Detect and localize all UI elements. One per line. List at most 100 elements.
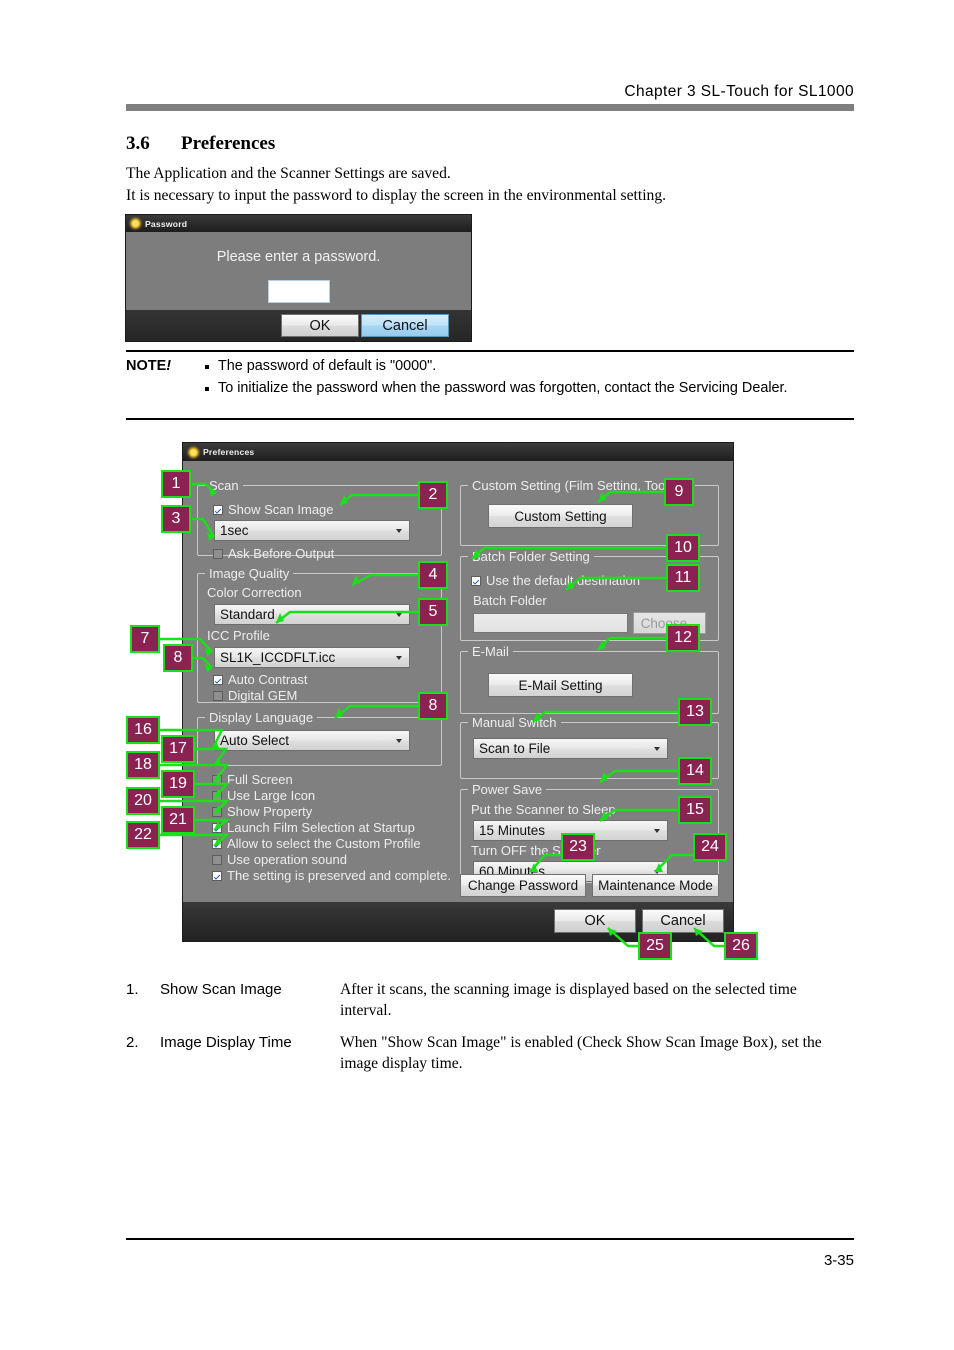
checkbox-use-operation-sound[interactable]: Use operation sound xyxy=(212,852,347,867)
custom-setting-button[interactable]: Custom Setting xyxy=(488,504,633,528)
checkbox-label: Launch Film Selection at Startup xyxy=(227,820,415,835)
checkbox-label: Auto Contrast xyxy=(228,672,308,687)
callout-9: 9 xyxy=(664,478,694,506)
change-password-button[interactable]: Change Password xyxy=(460,874,586,897)
description-term: Show Scan Image xyxy=(160,981,282,998)
checkbox-label: Use Large Icon xyxy=(227,788,316,803)
checkbox-label: Digital GEM xyxy=(228,688,298,703)
password-ok-button[interactable]: OK xyxy=(281,314,359,337)
callout-11: 11 xyxy=(666,564,700,592)
sun-icon xyxy=(189,447,198,457)
callout-15: 15 xyxy=(678,796,712,824)
password-input[interactable] xyxy=(268,280,330,303)
combo-icc-profile[interactable]: SL1K_ICCDFLT.icc xyxy=(214,647,410,668)
label-icc-profile: ICC Profile xyxy=(207,628,270,643)
chevron-down-icon xyxy=(654,746,660,751)
section-number: 3.6 xyxy=(126,133,150,154)
description-text: After it scans, the scanning image is di… xyxy=(340,981,797,1019)
callout-22: 22 xyxy=(126,821,160,849)
email-setting-button[interactable]: E-Mail Setting xyxy=(488,673,633,697)
checkbox-label: The setting is preserved and complete. xyxy=(227,868,452,883)
checkbox-box xyxy=(471,575,481,586)
preferences-body: Scan Show Scan Image 1sec Ask Before Out… xyxy=(183,461,733,902)
password-dialog-footer: OK Cancel xyxy=(126,310,471,341)
intro-line-1: The Application and the Scanner Settings… xyxy=(126,165,451,182)
callout-17: 17 xyxy=(161,735,195,763)
combo-value: Standard xyxy=(220,607,275,622)
password-cancel-button[interactable]: Cancel xyxy=(361,314,449,337)
checkbox-use-default-destination[interactable]: Use the default destination xyxy=(471,573,640,588)
callout-25: 25 xyxy=(638,932,672,960)
checkbox-full-screen[interactable]: Full Screen xyxy=(212,772,293,787)
note-bottom-rule xyxy=(126,418,854,420)
chevron-down-icon xyxy=(396,738,402,743)
callout-26: 26 xyxy=(724,932,758,960)
checkbox-use-large-icon[interactable]: Use Large Icon xyxy=(212,788,315,803)
checkbox-allow-custom-profile[interactable]: Allow to select the Custom Profile xyxy=(212,836,421,851)
group-email-legend: E-Mail xyxy=(468,644,513,659)
maintenance-mode-button[interactable]: Maintenance Mode xyxy=(592,874,719,897)
checkbox-label: Use the default destination xyxy=(486,573,640,588)
combo-color-correction[interactable]: Standard xyxy=(214,604,410,625)
checkbox-auto-contrast[interactable]: Auto Contrast xyxy=(213,672,308,687)
combo-manual-switch[interactable]: Scan to File xyxy=(473,738,668,759)
checkbox-show-scan-image[interactable]: Show Scan Image xyxy=(213,502,334,517)
combo-value: Scan to File xyxy=(479,741,551,756)
combo-value: SL1K_ICCDFLT.icc xyxy=(220,650,336,665)
checkbox-box xyxy=(212,790,222,801)
note-top-rule xyxy=(126,350,854,352)
checkbox-box xyxy=(213,674,223,685)
combo-image-display-time[interactable]: 1sec xyxy=(214,520,410,541)
description-number: 1. xyxy=(126,981,139,998)
checkbox-box xyxy=(212,838,222,849)
note-item: To initialize the password when the pass… xyxy=(200,379,850,398)
checkbox-box xyxy=(213,690,223,701)
group-power-save-legend: Power Save xyxy=(468,782,547,797)
group-batch-folder-legend: Batch Folder Setting xyxy=(468,549,594,564)
checkbox-box xyxy=(213,548,223,559)
combo-value: 15 Minutes xyxy=(479,823,546,838)
checkbox-label: Ask Before Output xyxy=(228,546,335,561)
label-sleep: Put the Scanner to Sleep xyxy=(471,802,616,817)
note-label-text: NOTE xyxy=(126,358,167,374)
checkbox-box xyxy=(213,504,223,515)
page-header-chapter: Chapter 3 SL-Touch for SL1000 xyxy=(624,83,854,100)
callout-4: 4 xyxy=(418,561,448,589)
password-dialog: Password Please enter a password. OK Can… xyxy=(126,215,471,341)
checkbox-ask-before-output[interactable]: Ask Before Output xyxy=(213,546,334,561)
preferences-cancel-button[interactable]: Cancel xyxy=(642,909,724,933)
callout-16: 16 xyxy=(126,716,160,744)
checkbox-box xyxy=(212,806,222,817)
checkbox-label: Show Scan Image xyxy=(228,502,334,517)
checkbox-show-property[interactable]: Show Property xyxy=(212,804,312,819)
combo-display-language[interactable]: Auto Select xyxy=(214,730,410,751)
label-batch-folder: Batch Folder xyxy=(473,593,547,608)
description-term: Image Display Time xyxy=(160,1034,292,1051)
checkbox-label: Show Property xyxy=(227,804,313,819)
intro-line-2: It is necessary to input the password to… xyxy=(126,187,667,204)
page-title: Preferences xyxy=(181,133,276,154)
callout-7: 7 xyxy=(130,625,160,653)
chevron-down-icon xyxy=(396,655,402,660)
password-dialog-body: Please enter a password. xyxy=(126,232,471,310)
group-scan-legend: Scan xyxy=(205,478,243,493)
checkbox-launch-film-selection[interactable]: Launch Film Selection at Startup xyxy=(212,820,415,835)
footer-rule xyxy=(126,1238,854,1240)
checkbox-box xyxy=(212,854,222,865)
checkbox-setting-preserved[interactable]: The setting is preserved and complete. xyxy=(212,868,451,883)
group-custom-setting-legend: Custom Setting (Film Setting, Toolbar) xyxy=(468,478,696,493)
preferences-ok-button[interactable]: OK xyxy=(554,909,636,933)
note-mark: ! xyxy=(166,358,172,374)
callout-10: 10 xyxy=(666,534,700,562)
callout-24: 24 xyxy=(693,833,727,861)
group-image-quality-legend: Image Quality xyxy=(205,566,294,581)
group-display-language-legend: Display Language xyxy=(205,710,318,725)
note-label: NOTE! xyxy=(126,358,171,374)
batch-folder-input[interactable] xyxy=(473,613,628,633)
callout-12: 12 xyxy=(666,624,700,652)
checkbox-digital-gem[interactable]: Digital GEM xyxy=(213,688,297,703)
page-number: 3-35 xyxy=(823,1252,854,1269)
checkbox-box xyxy=(212,774,222,785)
password-prompt: Please enter a password. xyxy=(216,249,381,265)
description-number: 2. xyxy=(126,1034,139,1051)
